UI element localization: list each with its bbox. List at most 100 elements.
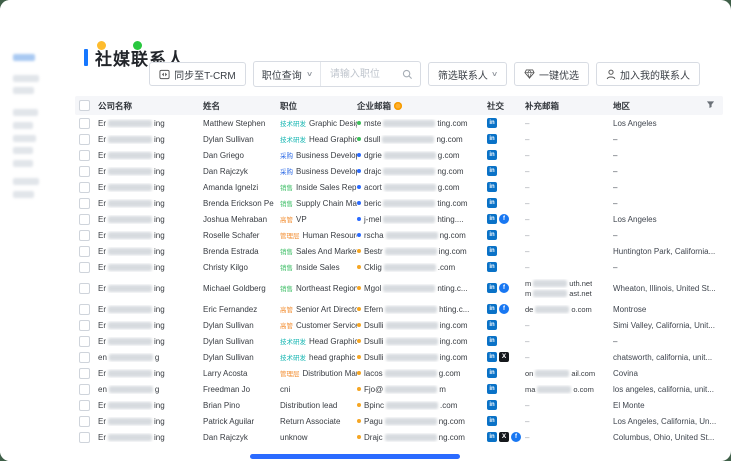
- extra-email-cell: –: [525, 199, 613, 208]
- row-checkbox[interactable]: [79, 352, 90, 363]
- row-checkbox[interactable]: [79, 166, 90, 177]
- extra-email-cell: –: [525, 119, 613, 128]
- row-checkbox[interactable]: [79, 432, 90, 443]
- sidebar-item[interactable]: [13, 135, 36, 142]
- linkedin-icon[interactable]: in: [487, 400, 497, 410]
- sidebar-item[interactable]: [13, 87, 34, 94]
- row-checkbox[interactable]: [79, 304, 90, 315]
- facebook-icon[interactable]: f: [499, 214, 509, 224]
- sidebar-item[interactable]: [13, 147, 33, 154]
- email-cell: lacosg.com: [357, 369, 487, 378]
- one-click-select-button[interactable]: 一键优选: [514, 62, 589, 86]
- table-row[interactable]: Ering Brian Pino Distribution lead Bpinc…: [75, 397, 723, 413]
- company-cell: Ering: [98, 183, 203, 192]
- sidebar-item-active[interactable]: [13, 54, 35, 61]
- linkedin-icon[interactable]: in: [487, 214, 497, 224]
- x-twitter-icon[interactable]: X: [499, 352, 509, 362]
- linkedin-icon[interactable]: in: [487, 416, 497, 426]
- table-row[interactable]: Ering Michael Goldberg 销售Northeast Regio…: [75, 275, 723, 301]
- linkedin-icon[interactable]: in: [487, 182, 497, 192]
- row-checkbox[interactable]: [79, 230, 90, 241]
- linkedin-icon[interactable]: in: [487, 150, 497, 160]
- x-twitter-icon[interactable]: X: [499, 432, 509, 442]
- table-row[interactable]: Ering Larry Acosta 管理层Distribution Manag…: [75, 365, 723, 381]
- linkedin-icon[interactable]: in: [487, 432, 497, 442]
- company-cell: Ering: [98, 369, 203, 378]
- add-to-my-contacts-button[interactable]: 加入我的联系人: [596, 62, 700, 86]
- linkedin-icon[interactable]: in: [487, 246, 497, 256]
- table-row[interactable]: Ering Dan Rajczyk unknow Drajcng.com inX…: [75, 429, 723, 445]
- linkedin-icon[interactable]: in: [487, 262, 497, 272]
- linkedin-icon[interactable]: in: [487, 368, 497, 378]
- email-cell: Bestring.com: [357, 247, 487, 256]
- row-checkbox[interactable]: [79, 368, 90, 379]
- linkedin-icon[interactable]: in: [487, 230, 497, 240]
- table-row[interactable]: Ering Amanda Ignelzi 销售Inside Sales Repr…: [75, 179, 723, 195]
- social-icons: in: [487, 400, 525, 410]
- linkedin-icon[interactable]: in: [487, 352, 497, 362]
- row-checkbox[interactable]: [79, 320, 90, 331]
- filter-funnel-icon[interactable]: [706, 100, 715, 111]
- table-row[interactable]: Ering Joshua Mehraban 高管VP j-melhting...…: [75, 211, 723, 227]
- linkedin-icon[interactable]: in: [487, 198, 497, 208]
- linkedin-icon[interactable]: in: [487, 118, 497, 128]
- table-row[interactable]: Ering Eric Fernandez 高管Senior Art Direct…: [75, 301, 723, 317]
- table-row[interactable]: eng Dylan Sullivan 技术研发head graphic desi…: [75, 349, 723, 365]
- table-row[interactable]: Ering Dylan Sullivan 技术研发Head Graphic De…: [75, 131, 723, 147]
- table-row[interactable]: Ering Brenda Erickson Pe 销售Supply Chain …: [75, 195, 723, 211]
- social-icons: in: [487, 368, 525, 378]
- contact-name: Michael Goldberg: [203, 284, 280, 293]
- row-checkbox[interactable]: [79, 198, 90, 209]
- row-checkbox[interactable]: [79, 134, 90, 145]
- facebook-icon[interactable]: f: [499, 304, 509, 314]
- row-checkbox[interactable]: [79, 246, 90, 257]
- extra-email-empty: –: [525, 353, 529, 362]
- table-row[interactable]: Ering Christy Kilgo 销售Inside Sales Cklig…: [75, 259, 723, 275]
- table-row[interactable]: Ering Dan Rajczyk 采购Business Development…: [75, 163, 723, 179]
- select-all-checkbox[interactable]: [79, 100, 90, 111]
- table-row[interactable]: Ering Roselle Schafer 管理层Human Resources…: [75, 227, 723, 243]
- row-checkbox[interactable]: [79, 214, 90, 225]
- table-row[interactable]: Ering Brenda Estrada 销售Sales And Marketi…: [75, 243, 723, 259]
- facebook-icon[interactable]: f: [511, 432, 521, 442]
- row-checkbox[interactable]: [79, 118, 90, 129]
- blurred-text: [384, 264, 436, 271]
- facebook-icon[interactable]: f: [499, 283, 509, 293]
- blurred-text: [386, 338, 438, 345]
- bottom-scrollbar[interactable]: [250, 454, 460, 459]
- row-checkbox[interactable]: [79, 262, 90, 273]
- linkedin-icon[interactable]: in: [487, 304, 497, 314]
- row-checkbox[interactable]: [79, 336, 90, 347]
- table-row[interactable]: Ering Dan Griego 采购Business Development …: [75, 147, 723, 163]
- extra-email-cell: –: [525, 151, 613, 160]
- row-checkbox[interactable]: [79, 182, 90, 193]
- sidebar-item[interactable]: [13, 160, 33, 167]
- region-cell: Simi Valley, California, Unit...: [613, 321, 723, 330]
- linkedin-icon[interactable]: in: [487, 134, 497, 144]
- sidebar-item[interactable]: [13, 75, 39, 82]
- table-row[interactable]: eng Freedman Jo cni Fjo@m in mao.com los…: [75, 381, 723, 397]
- row-checkbox[interactable]: [79, 150, 90, 161]
- table-row[interactable]: Ering Dylan Sullivan 技术研发Head Graphic De…: [75, 333, 723, 349]
- sidebar-item[interactable]: [13, 122, 33, 129]
- row-checkbox[interactable]: [79, 400, 90, 411]
- row-checkbox[interactable]: [79, 416, 90, 427]
- table-row[interactable]: Ering Matthew Stephen 技术研发Graphic Design…: [75, 115, 723, 131]
- linkedin-icon[interactable]: in: [487, 320, 497, 330]
- search-icon[interactable]: [402, 69, 413, 80]
- linkedin-icon[interactable]: in: [487, 336, 497, 346]
- table-row[interactable]: Ering Patrick Aguilar Return Associate P…: [75, 413, 723, 429]
- linkedin-icon[interactable]: in: [487, 166, 497, 176]
- sync-to-tcrm-button[interactable]: 同步至T-CRM: [149, 62, 246, 86]
- linkedin-icon[interactable]: in: [487, 283, 497, 293]
- linkedin-icon[interactable]: in: [487, 384, 497, 394]
- sidebar-item[interactable]: [13, 191, 34, 198]
- sidebar-item[interactable]: [13, 109, 38, 116]
- filter-contacts-dropdown[interactable]: 筛选联系人 ∨: [428, 62, 507, 86]
- sidebar-item[interactable]: [13, 178, 39, 185]
- position-search-input[interactable]: [328, 68, 398, 81]
- table-row[interactable]: Ering Dylan Sullivan 高管Customer Service …: [75, 317, 723, 333]
- row-checkbox[interactable]: [79, 283, 90, 294]
- row-checkbox[interactable]: [79, 384, 90, 395]
- position-query-dropdown[interactable]: 职位查询 ∨: [254, 62, 321, 86]
